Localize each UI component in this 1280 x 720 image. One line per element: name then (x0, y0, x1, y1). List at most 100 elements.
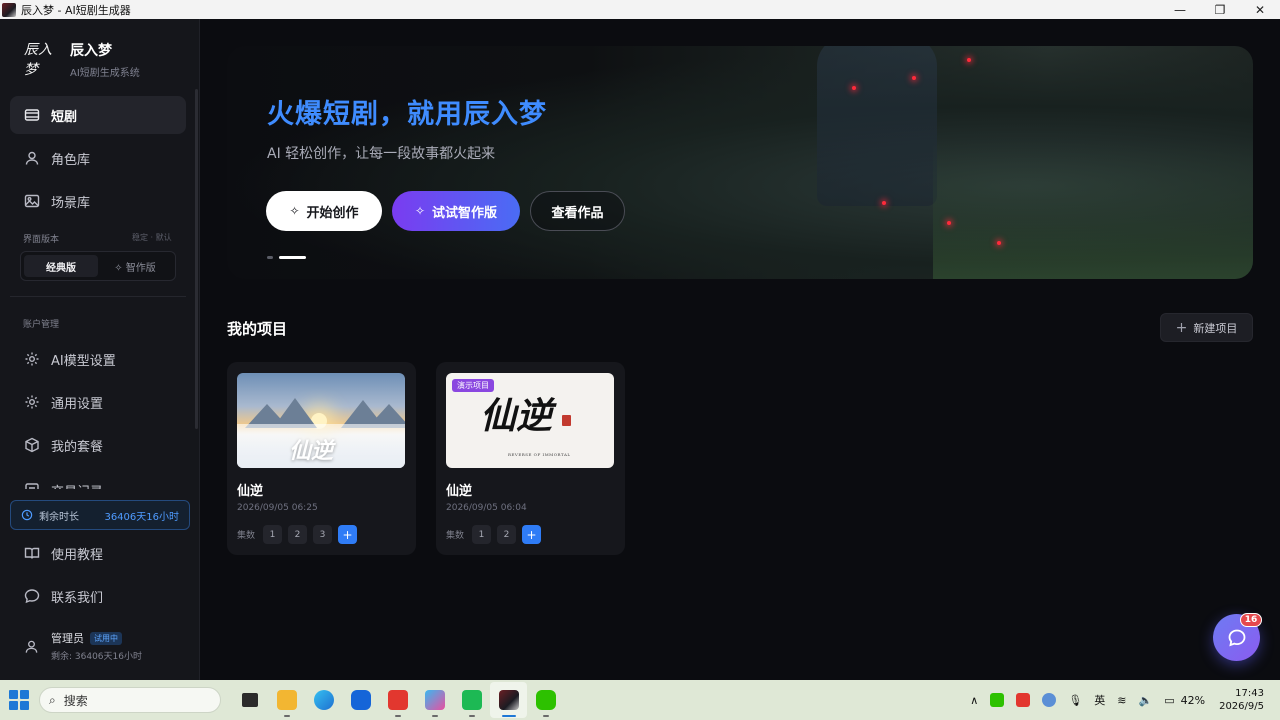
sidebar-item-scenes[interactable]: 场景库 (10, 182, 186, 220)
taskbar-app-chenrumeng[interactable] (490, 682, 527, 718)
taskbar-app-explorer[interactable] (268, 682, 305, 718)
windows-start-icon[interactable] (9, 690, 29, 710)
tray-cloud-icon[interactable] (1042, 693, 1057, 707)
thumb-calligraphy: 仙逆 (289, 438, 334, 464)
projects-title: 我的项目 (227, 320, 288, 338)
episode-button[interactable]: 1 (263, 525, 283, 544)
thumb-seal (562, 415, 571, 426)
film-icon (23, 106, 41, 124)
book-icon (23, 544, 41, 562)
sidebar-item-characters[interactable]: 角色库 (10, 139, 186, 177)
tray-wps-icon[interactable] (1016, 693, 1031, 707)
taskbar-app-blue[interactable] (342, 682, 379, 718)
project-date: 2026/09/05 06:25 (237, 503, 318, 513)
taskbar-search[interactable]: ⌕ 搜索 (39, 687, 221, 713)
taskbar-app-taskview[interactable] (231, 682, 268, 718)
battery-icon[interactable]: ▭ (1164, 694, 1174, 707)
sidebar: 辰入梦 辰入梦 AI短剧生成系统 短剧 角色库 场景库 界面版本 稳定 · 默认… (0, 19, 200, 680)
hero-glow (852, 86, 856, 90)
remaining-time-value: 36406天16小时 (104, 511, 179, 523)
volume-icon[interactable]: 🔈 (1139, 694, 1153, 707)
try-smart-button[interactable]: ✧ 试试智作版 (392, 191, 520, 231)
taskbar-search-label: 搜索 (63, 693, 88, 708)
try-smart-label: 试试智作版 (432, 205, 498, 221)
carousel-dot-active[interactable] (279, 256, 306, 259)
app-icon (2, 2, 16, 17)
sidebar-item-general-settings[interactable]: 通用设置 (10, 383, 186, 421)
user-name: 管理员 (51, 632, 84, 645)
remaining-time: 剩余时长 36406天16小时 (10, 500, 190, 530)
sparkle-icon: ✧ (414, 204, 426, 218)
sparkle-icon: ✧ (289, 204, 300, 218)
sidebar-item-label: 通用设置 (51, 396, 104, 412)
sidebar-item-drama[interactable]: 短剧 (10, 96, 186, 134)
user-icon (25, 640, 38, 653)
microphone-icon[interactable]: 🎙 (1068, 694, 1082, 707)
new-project-button[interactable]: + 新建项目 (1160, 313, 1253, 342)
project-thumbnail[interactable]: 演示项目 仙逆 REVERSE OF IMMORTAL (446, 373, 614, 468)
plus-icon: + (1175, 319, 1188, 336)
version-option-smart[interactable]: ✧ 智作版 (98, 255, 172, 277)
hero-glow (997, 241, 1001, 245)
sidebar-item-label: 使用教程 (51, 547, 104, 563)
hero-grass (933, 139, 1253, 279)
ime-indicator[interactable]: 英 (1094, 692, 1105, 708)
add-episode-button[interactable]: + (338, 525, 358, 544)
project-card[interactable]: 演示项目 仙逆 REVERSE OF IMMORTAL 仙逆 2026/09/0… (436, 362, 625, 555)
start-create-button[interactable]: ✧ 开始创作 (266, 191, 382, 231)
brand-subtitle: AI短剧生成系统 (70, 67, 140, 79)
search-icon: ⌕ (49, 692, 56, 707)
episode-button[interactable]: 2 (497, 525, 517, 544)
chevron-up-icon[interactable]: ∧ (970, 694, 978, 707)
sidebar-item-label: 联系我们 (51, 590, 104, 606)
minimize-button[interactable]: — (1160, 0, 1200, 19)
episode-list: 集数 1 2 + (446, 525, 547, 544)
maximize-button[interactable]: ❐ (1200, 0, 1240, 19)
sidebar-item-transactions[interactable]: 交易记录 (10, 469, 186, 489)
sidebar-item-contact[interactable]: 联系我们 (10, 577, 186, 615)
user-profile[interactable]: 管理员 试用中 剩余: 36406天16小时 (24, 630, 142, 662)
taskbar-app-green[interactable] (453, 682, 490, 718)
receipt-icon (23, 481, 41, 489)
sidebar-item-label: 短剧 (51, 109, 78, 125)
sidebar-item-my-plan[interactable]: 我的套餐 (10, 426, 186, 464)
window-title: 辰入梦 - AI短剧生成器 (21, 3, 131, 17)
episode-button[interactable]: 1 (472, 525, 492, 544)
add-episode-button[interactable]: + (522, 525, 542, 544)
new-project-label: 新建项目 (1193, 321, 1238, 335)
chat-bubble-icon (1228, 629, 1245, 646)
chat-icon (23, 587, 41, 605)
sidebar-item-ai-model-settings[interactable]: AI模型设置 (10, 340, 186, 378)
taskbar-app-editor[interactable] (416, 682, 453, 718)
demo-project-tag: 演示项目 (452, 379, 494, 392)
sidebar-item-tutorial[interactable]: 使用教程 (10, 534, 186, 572)
wifi-icon[interactable]: ≋ (1117, 694, 1126, 707)
box-icon (23, 436, 41, 454)
carousel-dot[interactable] (267, 256, 273, 259)
close-button[interactable]: ✕ (1240, 0, 1280, 19)
project-card[interactable]: 仙逆 仙逆 2026/09/05 06:25 集数 1 2 3 + (227, 362, 416, 555)
episode-button[interactable]: 3 (313, 525, 333, 544)
episode-button[interactable]: 2 (288, 525, 308, 544)
sidebar-scrollbar[interactable] (195, 89, 198, 429)
brand-logo: 辰入梦 (24, 42, 52, 78)
project-date: 2026/09/05 06:04 (446, 503, 527, 513)
start-create-label: 开始创作 (306, 205, 359, 221)
taskbar-app-wechat[interactable] (527, 682, 564, 718)
battery-percent: 42% (1180, 693, 1206, 707)
project-thumbnail[interactable]: 仙逆 (237, 373, 405, 468)
version-option-classic[interactable]: 经典版 (24, 255, 98, 277)
trial-badge: 试用中 (90, 631, 122, 645)
gear-icon (23, 350, 41, 368)
version-hint: 稳定 · 默认 (132, 233, 172, 242)
taskbar-app-wps[interactable] (379, 682, 416, 718)
view-works-button[interactable]: 查看作品 (530, 191, 625, 231)
hero-banner: 火爆短剧，就用辰入梦 AI 轻松创作，让每一段故事都火起来 ✧ 开始创作 ✧ 试… (227, 46, 1253, 279)
taskbar-app-edge[interactable] (305, 682, 342, 718)
hero-subtitle: AI 轻松创作，让每一段故事都火起来 (267, 146, 496, 162)
hero-glow (947, 221, 951, 225)
taskbar-clock[interactable]: 17:43 2026/9/5 (1219, 687, 1264, 713)
user-icon (23, 149, 41, 167)
hero-glow (912, 76, 916, 80)
tray-wechat-icon[interactable] (990, 693, 1005, 707)
